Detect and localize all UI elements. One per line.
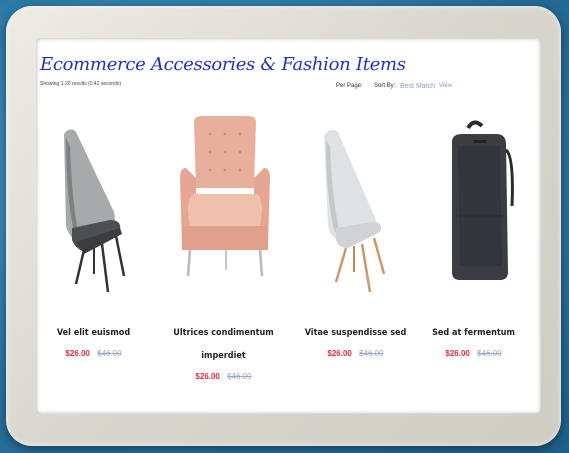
product-prices: $26.00 $46.00 [298, 349, 413, 358]
pink-armchair-image[interactable] [166, 116, 281, 296]
view-toggle[interactable]: View [439, 83, 452, 89]
product-old-price: $46.00 [359, 349, 384, 358]
product-price: $26.00 [195, 372, 220, 381]
product-old-price: $46.00 [97, 349, 122, 358]
product-card[interactable]: Sed at fermentum $26.00 $46.00 [416, 116, 531, 358]
sort-by-select[interactable]: Best Match [400, 83, 435, 90]
per-page-label[interactable]: Per Page: [336, 83, 363, 89]
product-prices: $26.00 $46.00 [166, 372, 281, 381]
product-name[interactable]: Vitae suspendisse sed [298, 322, 413, 345]
result-count: Showing 1-20 results (0.42 seconds) [40, 81, 122, 87]
product-name[interactable]: Sed at fermentum [416, 322, 531, 345]
product-name[interactable]: Vel elit euismod [36, 322, 151, 345]
product-prices: $26.00 $46.00 [36, 349, 151, 358]
product-price: $26.00 [327, 349, 352, 358]
product-price: $26.00 [445, 349, 470, 358]
product-name[interactable]: Ultrices condimentum imperdiet [166, 322, 281, 368]
product-card[interactable]: Vitae suspendisse sed $26.00 $46.00 [298, 116, 413, 358]
product-prices: $26.00 $46.00 [416, 349, 531, 358]
product-old-price: $46.00 [227, 372, 252, 381]
grey-lounge-chair-image[interactable] [36, 116, 151, 296]
sort-by-label: Sort By: [374, 83, 396, 89]
product-card[interactable]: Ultrices condimentum imperdiet $26.00 $4… [166, 116, 281, 381]
web-page: Ecommerce Accessories & Fashion Items Sh… [36, 38, 541, 414]
product-price: $26.00 [65, 349, 90, 358]
product-old-price: $46.00 [477, 349, 502, 358]
black-backpack-image[interactable] [416, 116, 531, 296]
white-wood-lounge-chair-image[interactable] [298, 116, 413, 296]
product-card[interactable]: Vel elit euismod $26.00 $46.00 [36, 116, 151, 358]
page-title: Ecommerce Accessories & Fashion Items [40, 54, 406, 75]
